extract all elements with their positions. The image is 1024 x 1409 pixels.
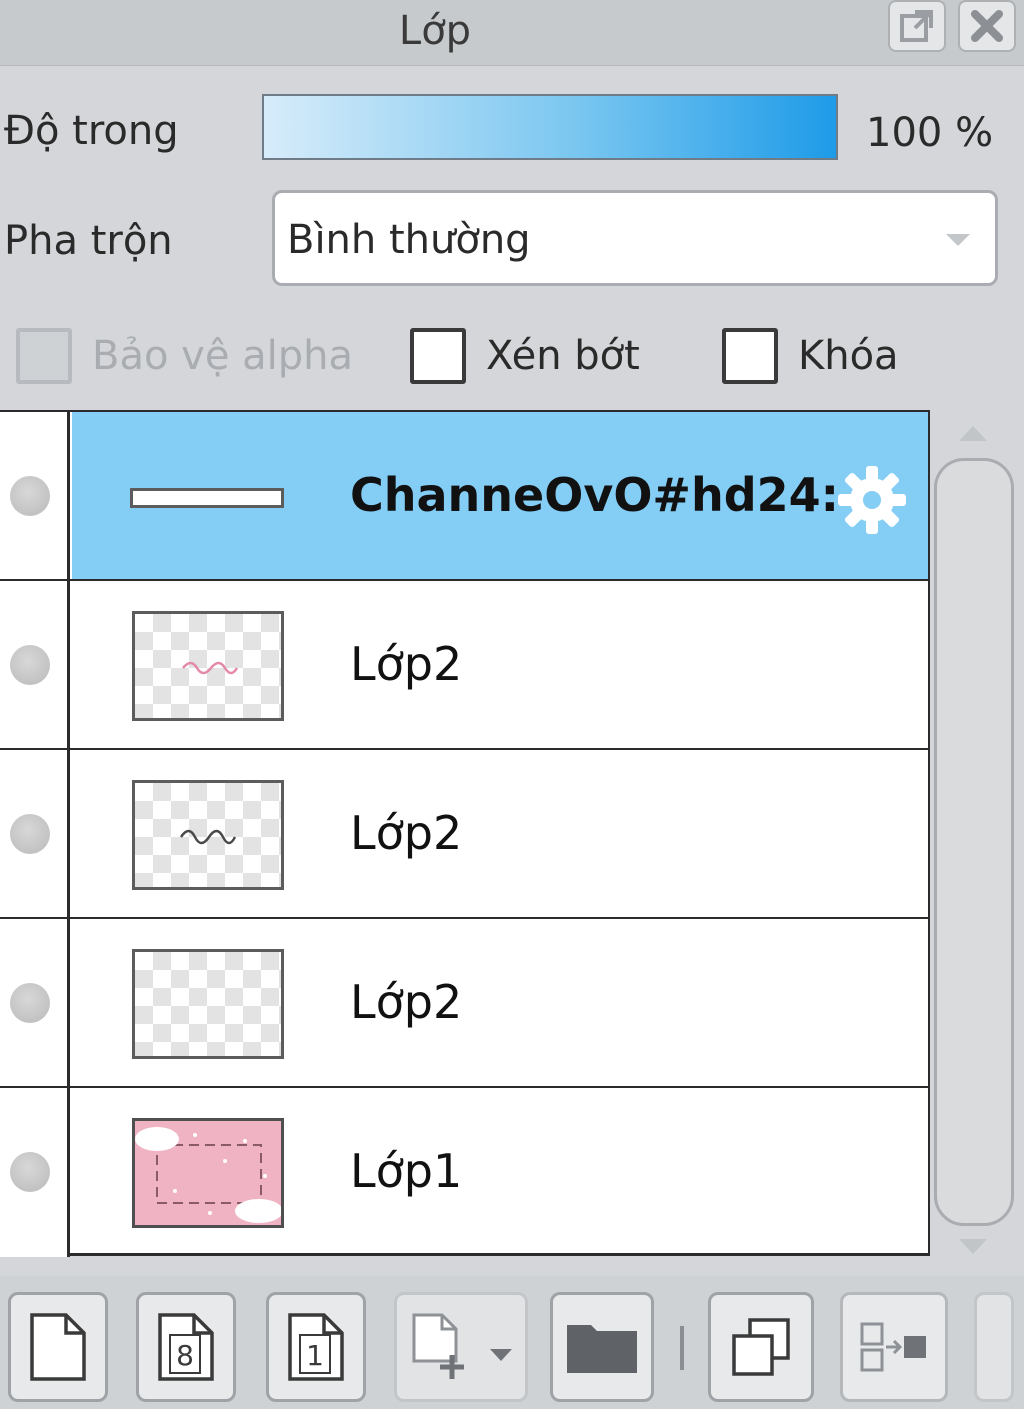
layer-thumbnail xyxy=(132,611,284,721)
layer-row-body[interactable]: Lớp2 xyxy=(72,919,928,1086)
layer-row-body[interactable]: ChanneOvO#hd24: xyxy=(72,412,928,579)
toolbar-separator xyxy=(680,1326,684,1370)
blend-mode-select[interactable]: Bình thường xyxy=(272,190,998,286)
visibility-dot-icon xyxy=(10,476,50,516)
opacity-label: Độ trong xyxy=(4,108,179,154)
clipping-label: Xén bớt xyxy=(486,333,640,379)
scroll-up-icon[interactable] xyxy=(958,424,988,442)
layer-name: Lớp2 xyxy=(350,975,463,1029)
layer-list: ChanneOvO#hd24: Lớp2 Lớp2 Lớp2 Lớp1 xyxy=(0,410,930,1257)
lock-checkbox[interactable] xyxy=(722,328,778,384)
layer-row[interactable]: ChanneOvO#hd24: xyxy=(0,412,928,581)
panel-title-bar: Lớp xyxy=(0,0,1024,66)
layer-thumbnail xyxy=(130,488,284,508)
duplicate-layer-button[interactable] xyxy=(708,1292,814,1402)
chevron-down-icon xyxy=(946,234,970,246)
scroll-down-icon[interactable] xyxy=(958,1238,988,1256)
duplicate-layer-icon xyxy=(732,1318,790,1376)
new-folder-button[interactable] xyxy=(550,1292,654,1402)
new-8bit-layer-button[interactable]: 8 xyxy=(136,1292,236,1402)
layer-row-body[interactable]: Lớp2 xyxy=(72,750,928,917)
layer-name: Lớp1 xyxy=(350,1144,463,1198)
layer-row[interactable]: Lớp1 xyxy=(0,1088,928,1257)
layer-thumbnail xyxy=(132,780,284,890)
new-layer-button[interactable] xyxy=(8,1292,108,1402)
visibility-dot-icon xyxy=(10,1152,50,1192)
folder-icon xyxy=(567,1325,637,1373)
lock-option[interactable]: Khóa xyxy=(722,328,899,384)
visibility-toggle[interactable] xyxy=(0,1088,70,1257)
new-layer-menu-button[interactable] xyxy=(394,1292,528,1402)
opacity-value: 100 % xyxy=(866,110,994,156)
detach-panel-button[interactable] xyxy=(888,0,946,52)
new-layer-icon xyxy=(30,1313,86,1381)
new-layer-menu-icon xyxy=(412,1313,512,1379)
badge-1: 1 xyxy=(306,1339,324,1372)
layer-row-body[interactable]: Lớp2 xyxy=(72,581,928,748)
visibility-dot-icon xyxy=(10,814,50,854)
layer-row[interactable]: Lớp2 xyxy=(0,750,928,919)
visibility-dot-icon xyxy=(10,983,50,1023)
layer-name: Lớp2 xyxy=(350,637,463,691)
visibility-toggle[interactable] xyxy=(0,581,70,748)
clipping-option[interactable]: Xén bớt xyxy=(410,328,640,384)
layer-thumbnail xyxy=(132,949,284,1059)
gear-icon[interactable] xyxy=(834,462,910,538)
blend-mode-label: Pha trộn xyxy=(4,218,173,264)
detach-icon xyxy=(900,10,933,42)
new-1bit-layer-button[interactable]: 1 xyxy=(266,1292,366,1402)
layer-name: ChanneOvO#hd24: xyxy=(350,468,840,522)
clipping-checkbox[interactable] xyxy=(410,328,466,384)
layer-toolbar: 8 1 xyxy=(0,1276,1024,1409)
layer-thumbnail xyxy=(132,1118,284,1228)
panel-title: Lớp xyxy=(398,8,472,54)
new-8bit-layer-icon: 8 xyxy=(158,1313,214,1381)
merge-layer-button[interactable] xyxy=(840,1292,948,1402)
close-icon xyxy=(971,10,1003,42)
lock-label: Khóa xyxy=(798,333,899,379)
layer-row[interactable]: Lớp2 xyxy=(0,581,928,750)
protect-alpha-option: Bảo vệ alpha xyxy=(16,328,353,384)
new-1bit-layer-icon: 1 xyxy=(288,1313,344,1381)
visibility-toggle[interactable] xyxy=(0,919,70,1086)
merge-layer-icon xyxy=(860,1322,926,1372)
badge-8: 8 xyxy=(176,1339,194,1372)
visibility-dot-icon xyxy=(10,645,50,685)
blend-mode-value: Bình thường xyxy=(287,217,531,263)
toolbar-overflow-button[interactable] xyxy=(974,1292,1014,1402)
layer-name: Lớp2 xyxy=(350,806,463,860)
scrollbar-thumb[interactable] xyxy=(934,458,1014,1226)
visibility-toggle[interactable] xyxy=(0,750,70,917)
visibility-toggle[interactable] xyxy=(0,412,70,579)
protect-alpha-label: Bảo vệ alpha xyxy=(92,333,354,379)
layer-row-body[interactable]: Lớp1 xyxy=(72,1088,928,1257)
close-panel-button[interactable] xyxy=(958,0,1016,52)
protect-alpha-checkbox xyxy=(16,328,72,384)
layer-row[interactable]: Lớp2 xyxy=(0,919,928,1088)
opacity-slider[interactable] xyxy=(262,94,838,160)
